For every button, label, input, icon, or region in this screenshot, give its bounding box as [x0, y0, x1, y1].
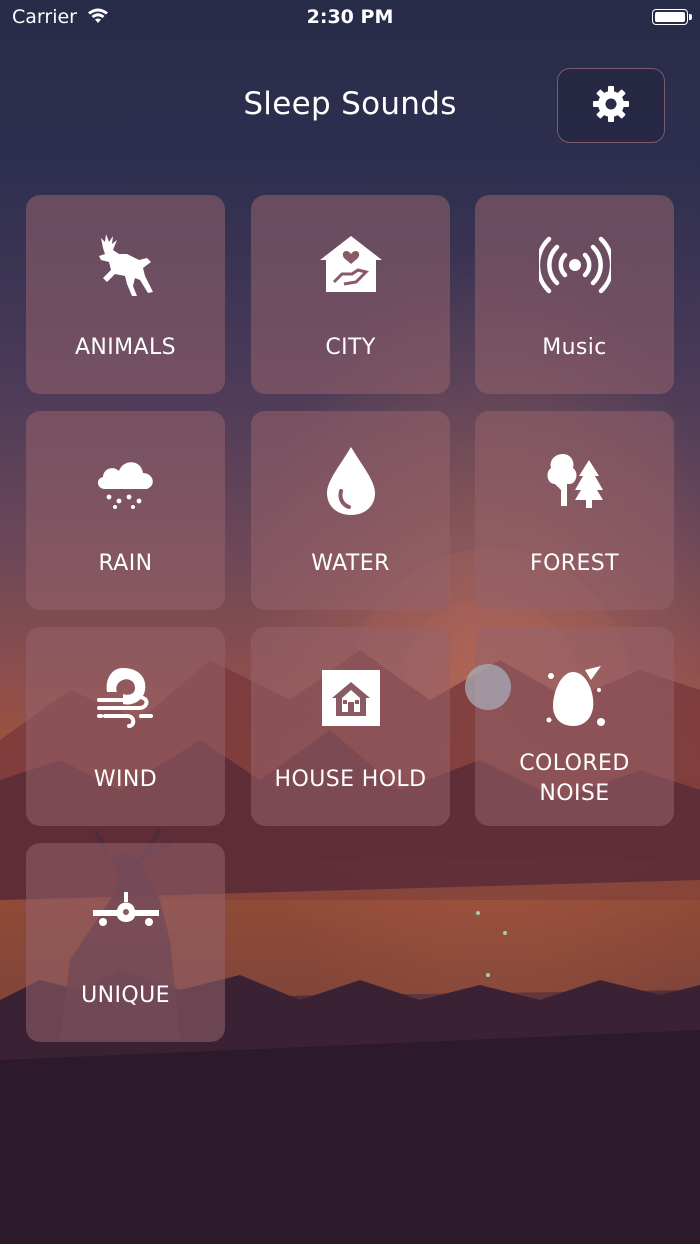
category-tile-animals[interactable]: ANIMALS: [26, 195, 225, 394]
category-label: RAIN: [98, 551, 153, 576]
home-icon: [251, 657, 450, 737]
category-tile-unique[interactable]: UNIQUE: [26, 843, 225, 1042]
water-drop-icon: [251, 441, 450, 521]
settings-button[interactable]: [557, 68, 665, 143]
status-time: 2:30 PM: [306, 6, 394, 28]
deer-icon: [26, 225, 225, 305]
category-tile-city[interactable]: CITY: [251, 195, 450, 394]
category-tile-music[interactable]: Music: [475, 195, 674, 394]
status-bar: Carrier 2:30 PM: [0, 0, 700, 36]
category-tile-colored-noise[interactable]: COLORED NOISE: [475, 627, 674, 826]
category-label: WIND: [93, 767, 158, 792]
rain-cloud-icon: [26, 441, 225, 521]
category-tile-water[interactable]: WATER: [251, 411, 450, 610]
wind-icon: [26, 657, 225, 737]
category-label: COLORED NOISE: [475, 749, 674, 809]
category-label-line2: NOISE: [539, 781, 610, 806]
gear-icon: [591, 84, 631, 128]
landscape-background: [0, 0, 700, 1244]
battery-icon: [652, 9, 692, 25]
category-label: CITY: [325, 335, 376, 360]
category-tile-wind[interactable]: WIND: [26, 627, 225, 826]
airplane-icon: [26, 873, 225, 953]
category-tile-forest[interactable]: FOREST: [475, 411, 674, 610]
category-tile-rain[interactable]: RAIN: [26, 411, 225, 610]
touch-indicator: [465, 664, 511, 710]
category-label: HOUSE HOLD: [274, 767, 427, 792]
category-label-line1: COLORED: [519, 751, 630, 776]
category-label: Music: [542, 335, 607, 360]
house-heart-icon: [251, 225, 450, 305]
category-label: ANIMALS: [74, 335, 177, 360]
trees-icon: [475, 441, 674, 521]
category-label: FOREST: [530, 551, 619, 576]
category-label: WATER: [311, 551, 390, 576]
category-label: UNIQUE: [81, 983, 170, 1008]
category-tile-household[interactable]: HOUSE HOLD: [251, 627, 450, 826]
broadcast-icon: [475, 225, 674, 305]
